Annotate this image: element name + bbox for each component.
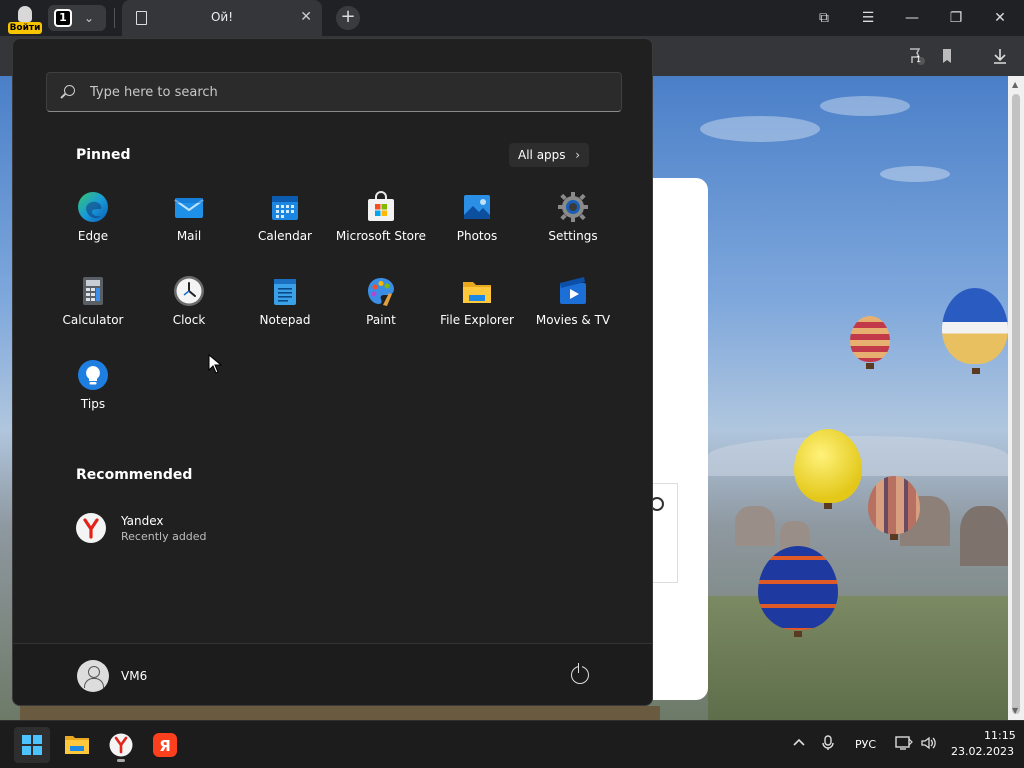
windows-icon (22, 735, 42, 755)
browser-tab[interactable]: Ой! ✕ (122, 0, 322, 36)
app-label: Settings (548, 229, 598, 243)
collections-icon[interactable]: ⧉ (813, 8, 835, 28)
pinned-app-clock[interactable]: Clock (141, 261, 237, 331)
user-icon (18, 6, 32, 22)
taskbar-yandex-browser[interactable] (103, 727, 139, 763)
pinned-app-movies-tv[interactable]: Movies & TV (525, 261, 621, 331)
all-apps-label: All apps (518, 148, 566, 162)
running-indicator (117, 759, 125, 762)
show-hidden-icons-chevron-up-icon[interactable] (792, 735, 806, 753)
svg-text:Я: Я (159, 737, 171, 755)
scrollbar-thumb[interactable] (1012, 94, 1020, 714)
app-label: Paint (366, 313, 396, 327)
yandex-icon: Я (153, 733, 177, 757)
taskbar-yandex[interactable]: Я (147, 727, 183, 763)
search-icon (64, 85, 75, 96)
store-icon (365, 191, 397, 223)
app-label: File Explorer (440, 313, 514, 327)
edge-icon (77, 191, 109, 223)
tips-icon (77, 359, 109, 391)
language-indicator[interactable]: РУС (855, 738, 876, 751)
start-menu: Pinned All apps › Edge Mail Calendar Mic… (12, 38, 653, 706)
calculator-icon (77, 275, 109, 307)
divider (114, 8, 115, 28)
scroll-down-icon[interactable]: ▼ (1012, 706, 1018, 715)
network-icon[interactable] (895, 735, 913, 755)
yandex-browser-icon (75, 512, 107, 544)
close-tab-button[interactable]: ✕ (300, 9, 312, 25)
pinned-app-calculator[interactable]: Calculator (45, 261, 141, 331)
pinned-app-notepad[interactable]: Notepad (237, 261, 333, 331)
folder-icon (65, 736, 89, 754)
start-menu-footer: VM6 (13, 643, 652, 705)
protect-badge: 1 (916, 55, 922, 64)
app-label: Movies & TV (535, 313, 611, 327)
app-label: Tips (80, 397, 106, 411)
page-scrollbar[interactable]: ▲ ▼ (1008, 76, 1024, 720)
close-window-button[interactable]: ✕ (989, 8, 1011, 28)
app-label: Clock (172, 313, 206, 327)
new-tab-button[interactable]: + (336, 6, 360, 30)
all-apps-button[interactable]: All apps › (509, 143, 589, 167)
restore-button[interactable]: ❐ (945, 8, 967, 28)
pinned-app-photos[interactable]: Photos (429, 177, 525, 247)
pinned-app-paint[interactable]: Paint (333, 261, 429, 331)
content-card (653, 178, 708, 700)
start-search-box[interactable] (46, 72, 622, 112)
pinned-app-edge[interactable]: Edge (45, 177, 141, 247)
calendar-icon (269, 191, 301, 223)
chevron-right-icon: › (575, 148, 580, 162)
photos-icon (461, 191, 493, 223)
power-icon[interactable] (571, 663, 589, 684)
tabs-counter-button[interactable]: 1 ⌄ (48, 5, 106, 31)
clock-time[interactable]: 11:15 (984, 729, 1016, 742)
clock-icon (173, 275, 205, 307)
app-label: Notepad (259, 313, 311, 327)
recommended-item[interactable]: Yandex Recently added (75, 509, 275, 549)
mouse-cursor-icon (208, 353, 223, 378)
start-button[interactable] (14, 727, 50, 763)
scroll-up-icon[interactable]: ▲ (1012, 80, 1018, 89)
bookmark-icon[interactable] (937, 46, 957, 66)
app-label: Photos (456, 229, 498, 243)
pinned-app-file-explorer[interactable]: File Explorer (429, 261, 525, 331)
search-input[interactable] (90, 82, 590, 102)
pinned-app-mail[interactable]: Mail (141, 177, 237, 247)
menu-icon[interactable]: ☰ (857, 8, 879, 28)
pinned-app-calendar[interactable]: Calendar (237, 177, 333, 247)
folder-icon (461, 275, 493, 307)
settings-icon (557, 191, 589, 223)
pinned-app-tips[interactable]: Tips (45, 345, 141, 415)
pinned-app-settings[interactable]: Settings (525, 177, 621, 247)
minimize-button[interactable]: — (901, 8, 923, 28)
pinned-heading: Pinned (76, 147, 131, 163)
recommended-heading: Recommended (76, 467, 193, 483)
movies-icon (557, 275, 589, 307)
yandex-browser-icon (109, 733, 133, 757)
app-label: Calendar (258, 229, 312, 243)
app-label: Edge (77, 229, 109, 243)
tab-count: 1 (54, 9, 72, 27)
microphone-icon[interactable] (821, 735, 835, 755)
user-name[interactable]: VM6 (121, 669, 147, 683)
browser-titlebar: Войти 1 ⌄ Ой! ✕ + ⧉ ☰ — ❐ ✕ (0, 0, 1024, 36)
clock-date[interactable]: 23.02.2023 (951, 745, 1014, 758)
notepad-icon (269, 275, 301, 307)
volume-icon[interactable] (920, 735, 938, 755)
app-label: Microsoft Store (335, 229, 427, 243)
app-label: Mail (176, 229, 202, 243)
taskbar-file-explorer[interactable] (59, 727, 95, 763)
recommended-subtitle: Recently added (121, 530, 207, 543)
chevron-down-icon: ⌄ (84, 11, 95, 25)
app-label: Calculator (62, 313, 124, 327)
profile-login-label: Войти (8, 22, 42, 34)
pinned-app-store[interactable]: Microsoft Store (333, 177, 429, 247)
profile-button[interactable]: Войти (8, 4, 42, 34)
mail-icon (173, 191, 205, 223)
paint-icon (365, 275, 397, 307)
recommended-name: Yandex (121, 514, 164, 528)
tab-title: Ой! (210, 10, 234, 24)
download-icon[interactable] (990, 46, 1010, 66)
avatar[interactable] (77, 660, 109, 692)
